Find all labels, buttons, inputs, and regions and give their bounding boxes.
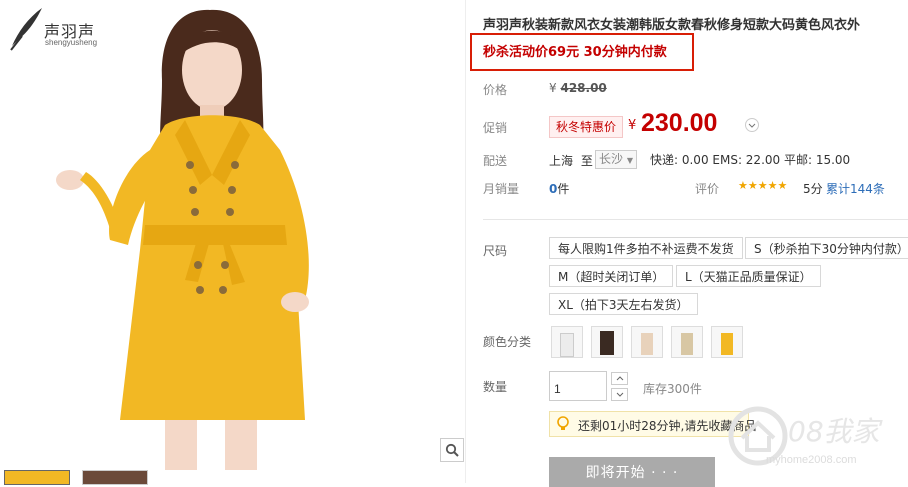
divider <box>483 219 908 220</box>
sales-count: 0件 <box>549 182 570 196</box>
color-swatch-dark[interactable] <box>591 326 623 358</box>
promo-currency: ¥ <box>628 118 637 133</box>
city-select[interactable]: 长沙 ▼ <box>595 150 637 169</box>
site-watermark: 08我家 myhome2008.com <box>728 404 908 479</box>
feather-icon <box>10 8 42 51</box>
size-option-0[interactable]: 每人限购1件多拍不补运费不发货 <box>549 237 743 259</box>
color-swatch-khaki[interactable] <box>671 326 703 358</box>
reviews-label: 评价 <box>695 182 720 196</box>
rating-stars: ★★★★★ <box>738 179 788 192</box>
size-option-l[interactable]: L（天猫正品质量保证） <box>676 265 821 287</box>
original-price: ¥ 428.00 <box>549 81 607 95</box>
promo-text: 秒杀活动价69元 30分钟内付款 <box>483 45 667 60</box>
size-option-xl[interactable]: XL（拍下3天左右发货） <box>549 293 698 315</box>
chevron-up-icon <box>616 376 623 381</box>
dropdown-arrow-icon: ▼ <box>626 156 633 165</box>
reminder-notice: 还剩01小时28分钟,请先收藏商品 <box>549 411 756 437</box>
quantity-input[interactable]: 1 <box>549 371 607 401</box>
promo-price: 230.00 <box>641 109 718 137</box>
promotion-label: 促销 <box>483 121 508 135</box>
watermark-url: myhome2008.com <box>766 454 857 466</box>
size-option-s[interactable]: S（秒杀拍下30分钟内付款） <box>745 237 908 259</box>
color-swatch-yellow[interactable] <box>711 326 743 358</box>
product-image-area: 声羽声 shengyusheng <box>0 0 466 485</box>
lightbulb-icon <box>557 416 569 430</box>
color-swatch-beige[interactable] <box>631 326 663 358</box>
thumbnail-strip <box>4 470 204 485</box>
quantity-increase-button[interactable] <box>611 372 628 385</box>
price-label: 价格 <box>483 83 508 97</box>
quantity-label: 数量 <box>483 380 508 394</box>
color-swatch-white[interactable] <box>551 326 583 358</box>
reviews-total-link[interactable]: 累计144条 <box>826 180 885 197</box>
delivery-label: 配送 <box>483 154 508 168</box>
quantity-decrease-button[interactable] <box>611 388 628 401</box>
watermark-brand: 08我家 <box>788 415 880 448</box>
shipping-fees: 快递: 0.00 EMS: 22.00 平邮: 15.00 <box>650 153 851 167</box>
sales-label: 月销量 <box>483 182 520 196</box>
stock-count: 库存300件 <box>643 382 702 396</box>
chevron-down-icon <box>616 392 623 397</box>
size-option-m[interactable]: M（超时关闭订单） <box>549 265 674 287</box>
size-label: 尺码 <box>483 244 508 258</box>
product-title: 声羽声秋装新款风衣女装潮韩版女款春秋修身短款大码黄色风衣外 <box>483 18 861 33</box>
color-label: 颜色分类 <box>483 335 532 349</box>
promotion-badge: 秋冬特惠价 <box>549 116 624 138</box>
model-photo <box>56 9 309 470</box>
rating-score: 5分 <box>803 182 823 196</box>
chevron-down-icon <box>748 123 756 128</box>
magnifier-icon <box>445 443 459 457</box>
delivery-from: 上海 至 <box>549 154 593 168</box>
zoom-button[interactable] <box>440 438 464 462</box>
price-expand-button[interactable] <box>745 118 759 132</box>
